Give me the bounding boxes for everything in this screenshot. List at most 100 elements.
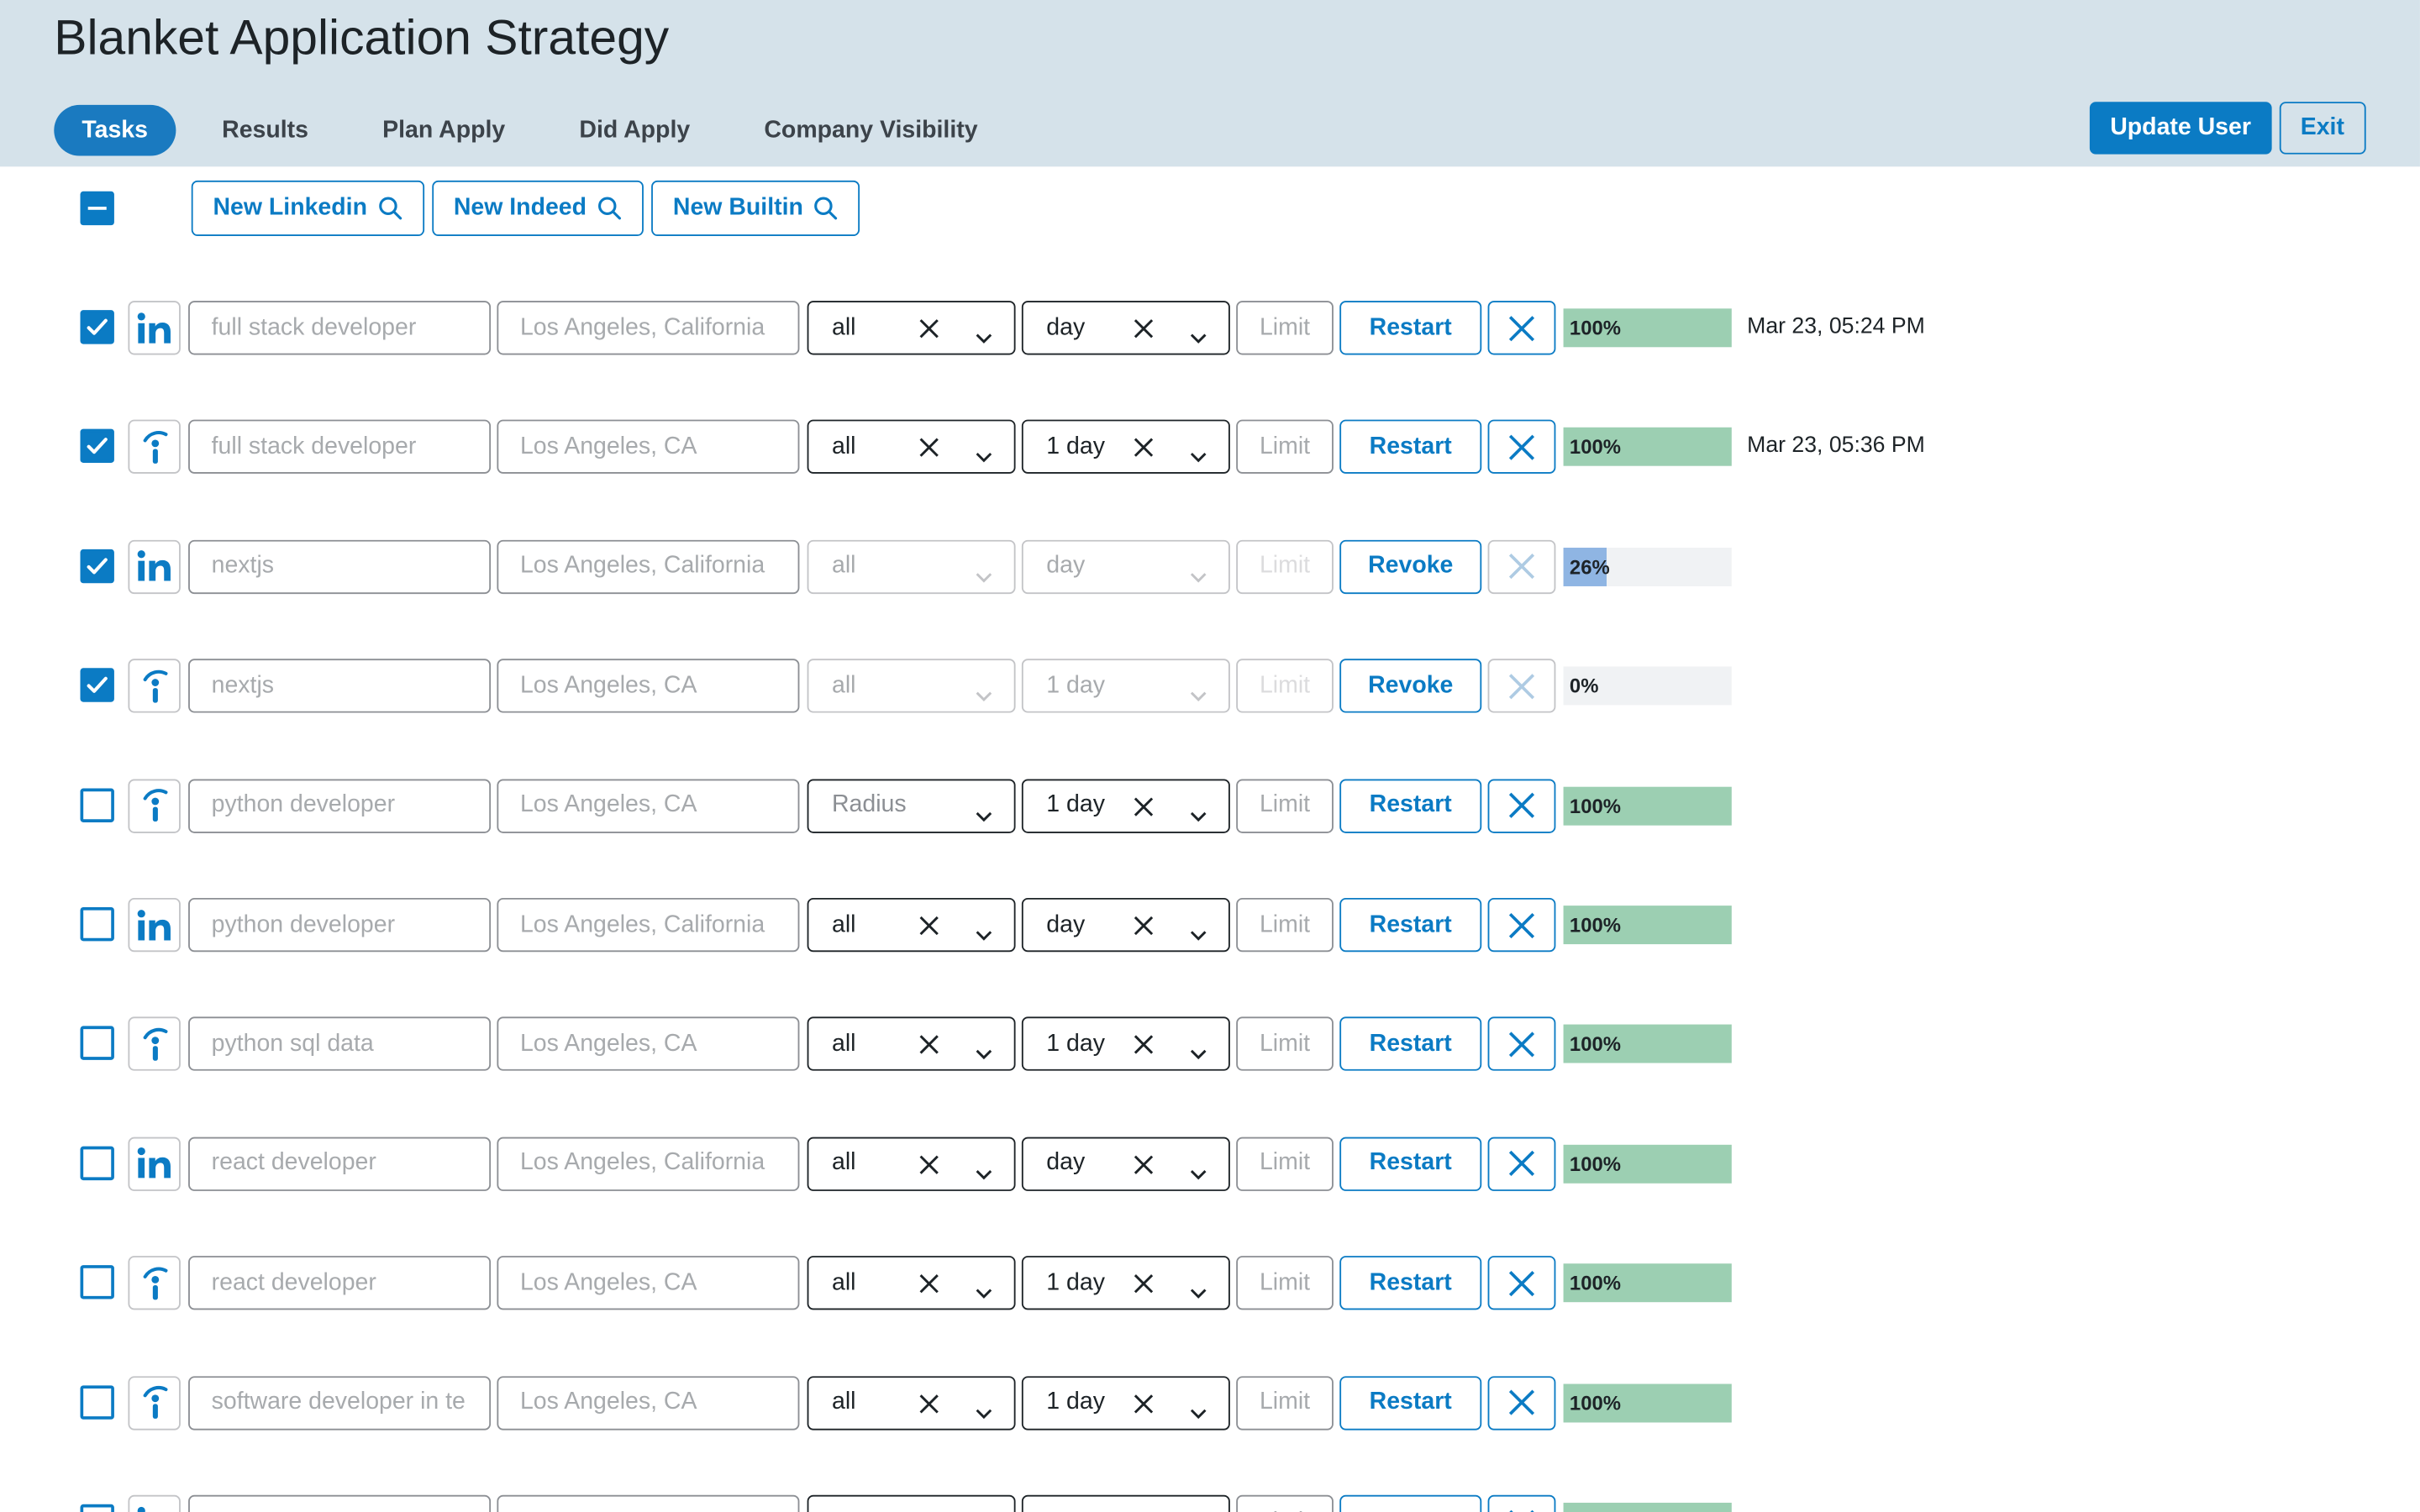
task-checkbox[interactable]: [80, 1026, 114, 1061]
task-checkbox[interactable]: [80, 310, 114, 344]
chevron-down-icon[interactable]: [1190, 811, 1207, 822]
limit-input[interactable]: Limit: [1236, 1256, 1334, 1310]
restart-button[interactable]: [1339, 1494, 1482, 1512]
job-title-input[interactable]: nextjs: [188, 659, 492, 713]
job-title-input[interactable]: react developer: [188, 1137, 492, 1191]
clear-icon[interactable]: [918, 1034, 940, 1056]
task-checkbox[interactable]: [80, 1504, 114, 1512]
restart-button[interactable]: Restart: [1339, 778, 1482, 833]
clear-icon[interactable]: [1133, 438, 1155, 459]
clear-icon[interactable]: [1133, 795, 1155, 817]
chevron-down-icon[interactable]: [976, 333, 992, 344]
job-title-input[interactable]: nextjs: [188, 539, 492, 594]
delete-task-button[interactable]: [1487, 1137, 1556, 1191]
restart-button[interactable]: Restart: [1339, 897, 1482, 953]
chevron-down-icon[interactable]: [1190, 1050, 1207, 1061]
job-title-input[interactable]: python developer: [188, 897, 492, 953]
chevron-down-icon[interactable]: [976, 1050, 992, 1061]
limit-input[interactable]: Limit: [1236, 1375, 1334, 1430]
limit-input[interactable]: Limit: [1236, 301, 1334, 355]
update-user-button[interactable]: Update User: [2090, 102, 2271, 155]
chevron-down-icon[interactable]: [976, 1408, 992, 1419]
new-indeed-button[interactable]: New Indeed: [432, 180, 644, 237]
clear-icon[interactable]: [1133, 1273, 1155, 1295]
delete-task-button[interactable]: [1487, 301, 1556, 355]
location-input[interactable]: Los Angeles, California: [497, 301, 800, 355]
tab-results[interactable]: Results: [194, 105, 336, 156]
clear-icon[interactable]: [918, 1393, 940, 1415]
date-posted-select[interactable]: day: [1021, 539, 1230, 594]
limit-input[interactable]: Limit: [1236, 1137, 1334, 1191]
task-checkbox[interactable]: [80, 1265, 114, 1299]
distance-select[interactable]: all: [807, 1137, 1016, 1191]
restart-button[interactable]: Restart: [1339, 1017, 1482, 1072]
revoke-button[interactable]: Revoke: [1339, 659, 1482, 713]
distance-select[interactable]: all: [807, 1256, 1016, 1310]
task-checkbox[interactable]: [80, 668, 114, 703]
distance-select[interactable]: [807, 1494, 1016, 1512]
tab-company-visibility[interactable]: Company Visibility: [736, 105, 1005, 156]
task-checkbox[interactable]: [80, 1146, 114, 1180]
date-posted-select[interactable]: 1 day: [1021, 1375, 1230, 1430]
job-title-input[interactable]: software developer in te: [188, 1375, 492, 1430]
job-title-input[interactable]: full stack developer: [188, 301, 492, 355]
new-linkedin-button[interactable]: New Linkedin: [191, 180, 424, 237]
chevron-down-icon[interactable]: [1190, 572, 1207, 583]
distance-select[interactable]: all: [807, 1375, 1016, 1430]
restart-button[interactable]: Restart: [1339, 1137, 1482, 1191]
date-posted-select[interactable]: 1 day: [1021, 420, 1230, 475]
limit-input[interactable]: Limit: [1236, 420, 1334, 475]
clear-icon[interactable]: [918, 1273, 940, 1295]
clear-icon[interactable]: [1133, 915, 1155, 937]
task-checkbox[interactable]: [80, 787, 114, 822]
delete-task-button[interactable]: [1487, 420, 1556, 475]
chevron-down-icon[interactable]: [1190, 931, 1207, 942]
date-posted-select[interactable]: 1 day: [1021, 1017, 1230, 1072]
distance-select[interactable]: Radius: [807, 778, 1016, 833]
date-posted-select[interactable]: [1021, 1494, 1230, 1512]
location-input[interactable]: Los Angeles, CA: [497, 1375, 800, 1430]
chevron-down-icon[interactable]: [976, 691, 992, 702]
date-posted-select[interactable]: day: [1021, 897, 1230, 953]
restart-button[interactable]: Restart: [1339, 1256, 1482, 1310]
chevron-down-icon[interactable]: [1190, 1408, 1207, 1419]
tab-did-apply[interactable]: Did Apply: [551, 105, 718, 156]
location-input[interactable]: [497, 1494, 800, 1512]
chevron-down-icon[interactable]: [1190, 1169, 1207, 1180]
job-title-input[interactable]: python developer: [188, 778, 492, 833]
clear-icon[interactable]: [1133, 1393, 1155, 1415]
limit-input[interactable]: Limit: [1236, 1494, 1334, 1512]
chevron-down-icon[interactable]: [1190, 453, 1207, 464]
delete-task-button[interactable]: [1487, 1494, 1556, 1512]
limit-input[interactable]: Limit: [1236, 659, 1334, 713]
distance-select[interactable]: all: [807, 659, 1016, 713]
delete-task-button[interactable]: [1487, 539, 1556, 594]
task-checkbox[interactable]: [80, 549, 114, 583]
tab-tasks[interactable]: Tasks: [54, 104, 176, 156]
delete-task-button[interactable]: [1487, 1375, 1556, 1430]
restart-button[interactable]: Restart: [1339, 301, 1482, 355]
chevron-down-icon[interactable]: [1190, 1289, 1207, 1299]
select-all-checkbox[interactable]: [80, 191, 114, 226]
delete-task-button[interactable]: [1487, 897, 1556, 953]
revoke-button[interactable]: Revoke: [1339, 539, 1482, 594]
location-input[interactable]: Los Angeles, California: [497, 897, 800, 953]
chevron-down-icon[interactable]: [976, 1289, 992, 1299]
location-input[interactable]: Los Angeles, CA: [497, 659, 800, 713]
job-title-input[interactable]: [188, 1494, 492, 1512]
new-builtin-button[interactable]: New Builtin: [651, 180, 860, 237]
delete-task-button[interactable]: [1487, 1256, 1556, 1310]
clear-icon[interactable]: [918, 915, 940, 937]
location-input[interactable]: Los Angeles, California: [497, 1137, 800, 1191]
clear-icon[interactable]: [918, 438, 940, 459]
date-posted-select[interactable]: 1 day: [1021, 1256, 1230, 1310]
distance-select[interactable]: all: [807, 420, 1016, 475]
delete-task-button[interactable]: [1487, 659, 1556, 713]
tab-plan-apply[interactable]: Plan Apply: [355, 105, 533, 156]
chevron-down-icon[interactable]: [976, 572, 992, 583]
location-input[interactable]: Los Angeles, CA: [497, 778, 800, 833]
location-input[interactable]: Los Angeles, CA: [497, 1256, 800, 1310]
location-input[interactable]: Los Angeles, CA: [497, 420, 800, 475]
limit-input[interactable]: Limit: [1236, 539, 1334, 594]
limit-input[interactable]: Limit: [1236, 897, 1334, 953]
